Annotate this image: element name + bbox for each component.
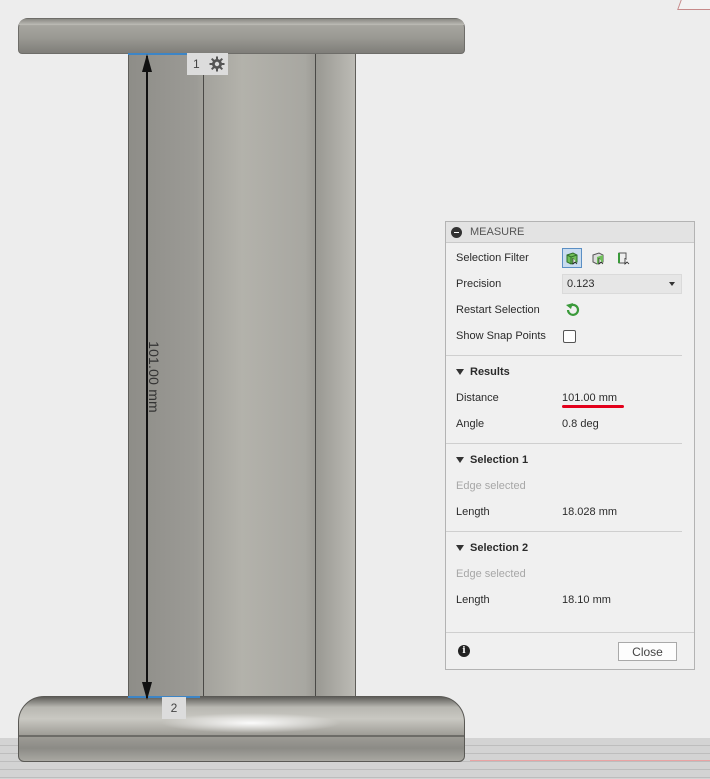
selection-2-type: Edge selected bbox=[456, 568, 526, 580]
selection-2-length-value: 18.10 mm bbox=[562, 594, 611, 606]
distance-value: 101.00 mm bbox=[562, 392, 618, 404]
selection-1-type: Edge selected bbox=[456, 480, 526, 492]
snap-points-checkbox[interactable] bbox=[563, 329, 576, 343]
angle-row: Angle 0.8 deg bbox=[456, 414, 684, 434]
selection-2-type-row: Edge selected bbox=[456, 564, 684, 584]
selection-filter-label: Selection Filter bbox=[456, 252, 529, 264]
triangle-down-icon bbox=[456, 457, 464, 463]
chevron-down-icon bbox=[669, 282, 675, 286]
show-snap-points-label: Show Snap Points bbox=[456, 330, 546, 342]
column-edge[interactable] bbox=[203, 54, 204, 698]
triangle-down-icon bbox=[456, 369, 464, 375]
annotation-underline bbox=[562, 405, 624, 408]
restart-selection-row: Restart Selection bbox=[456, 300, 684, 320]
selection-1-section-toggle[interactable]: Selection 1 bbox=[456, 450, 528, 470]
selection-1-length-label: Length bbox=[456, 506, 490, 518]
divider bbox=[446, 355, 682, 356]
divider bbox=[446, 531, 682, 532]
measure-panel: MEASURE Selection Filter Precision 0.123… bbox=[445, 221, 695, 670]
top-flange[interactable] bbox=[18, 18, 465, 54]
selection-2-section-toggle[interactable]: Selection 2 bbox=[456, 538, 528, 558]
close-button[interactable]: Close bbox=[618, 642, 677, 661]
panel-header[interactable]: MEASURE bbox=[446, 222, 694, 243]
precision-label: Precision bbox=[456, 278, 502, 290]
restart-arrow-icon[interactable] bbox=[564, 302, 580, 321]
snap-points-row: Show Snap Points bbox=[456, 326, 684, 346]
selection-2-length-row: Length 18.10 mm bbox=[456, 590, 684, 610]
selection-marker-1[interactable]: 1 bbox=[187, 53, 228, 75]
precision-row: Precision 0.123 bbox=[456, 274, 684, 294]
precision-value: 0.123 bbox=[567, 278, 595, 290]
column-body[interactable] bbox=[128, 54, 356, 698]
bottom-flange-edge bbox=[19, 735, 464, 737]
selection-filter-icons bbox=[562, 248, 634, 268]
selection-marker-2[interactable]: 2 bbox=[162, 697, 186, 719]
gear-icon[interactable] bbox=[206, 53, 228, 75]
results-section-toggle[interactable]: Results bbox=[456, 362, 510, 382]
bottom-flange[interactable] bbox=[18, 696, 465, 762]
angle-value: 0.8 deg bbox=[562, 418, 599, 430]
marker-number: 2 bbox=[170, 701, 178, 715]
selection-filter-row: Selection Filter bbox=[456, 248, 684, 268]
panel-footer: i Close bbox=[446, 632, 694, 669]
view-cube[interactable] bbox=[677, 0, 710, 10]
select-edge-icon[interactable] bbox=[614, 248, 634, 268]
selection-1-length-row: Length 18.028 mm bbox=[456, 502, 684, 522]
precision-dropdown[interactable]: 0.123 bbox=[562, 274, 682, 294]
results-heading: Results bbox=[470, 366, 510, 378]
grid-axis-line bbox=[470, 760, 710, 761]
select-face-icon[interactable] bbox=[588, 248, 608, 268]
info-icon[interactable]: i bbox=[458, 645, 470, 657]
collapse-icon[interactable] bbox=[451, 226, 462, 238]
selection-1-heading: Selection 1 bbox=[470, 454, 529, 466]
selection-2-length-label: Length bbox=[456, 594, 490, 606]
dimension-label: 101.00 mm bbox=[146, 341, 162, 413]
top-flange-rim bbox=[19, 19, 464, 25]
divider bbox=[446, 443, 682, 444]
panel-title: MEASURE bbox=[470, 226, 525, 238]
selection-2-heading: Selection 2 bbox=[470, 542, 529, 554]
marker-number: 1 bbox=[193, 57, 200, 71]
selection-1-type-row: Edge selected bbox=[456, 476, 684, 496]
distance-label: Distance bbox=[456, 392, 499, 404]
restart-selection-label: Restart Selection bbox=[456, 304, 540, 316]
angle-label: Angle bbox=[456, 418, 485, 430]
selection-1-length-value: 18.028 mm bbox=[562, 506, 618, 518]
column-edge[interactable] bbox=[315, 54, 316, 698]
select-body-icon[interactable] bbox=[562, 248, 582, 268]
triangle-down-icon bbox=[456, 545, 464, 551]
